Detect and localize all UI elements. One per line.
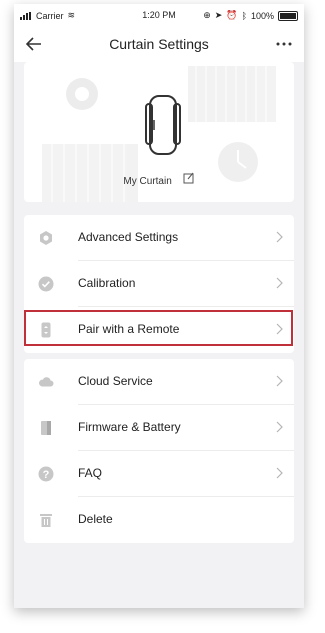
- phone-screen: Carrier ≋ 1:20 PM ⊕ ➤ ⏰ ᛒ 100% Curtain S…: [14, 4, 304, 608]
- location-icon: ➤: [214, 10, 223, 20]
- row-advanced-settings[interactable]: Advanced Settings: [24, 215, 294, 261]
- row-calibration[interactable]: Calibration: [24, 261, 294, 307]
- check-icon: [38, 276, 54, 292]
- row-label: Advanced Settings: [78, 230, 179, 244]
- chevron-right-icon: [276, 277, 283, 289]
- edit-icon[interactable]: [183, 172, 195, 184]
- highlight-box: [24, 310, 293, 346]
- row-cloud-service[interactable]: Cloud Service: [24, 359, 294, 405]
- cloud-icon: [39, 377, 54, 387]
- status-bar: Carrier ≋ 1:20 PM ⊕ ➤ ⏰ ᛒ 100%: [14, 4, 304, 26]
- more-button[interactable]: [272, 32, 296, 56]
- row-label: Delete: [78, 512, 113, 526]
- page-title: Curtain Settings: [109, 36, 209, 52]
- settings-group-2: Cloud Service Firmware & Battery ? FAQ D…: [24, 359, 294, 543]
- firmware-icon: [41, 421, 51, 435]
- battery-icon: [278, 10, 298, 21]
- row-firmware-battery[interactable]: Firmware & Battery: [24, 405, 294, 451]
- svg-text:?: ?: [43, 469, 50, 481]
- chevron-right-icon: [276, 421, 283, 433]
- curtain-robot-icon: [145, 95, 181, 155]
- lamp-decoration: [66, 78, 98, 110]
- row-delete[interactable]: Delete: [24, 497, 294, 543]
- nav-bar: Curtain Settings: [14, 26, 304, 62]
- more-dots-icon: [276, 42, 292, 46]
- device-hero: My Curtain: [24, 62, 294, 202]
- question-icon: ?: [38, 466, 54, 482]
- curtain-decoration-top: [188, 66, 276, 122]
- row-label: Cloud Service: [78, 374, 153, 388]
- gear-icon: [40, 231, 52, 245]
- alarm-icon: ⏰: [226, 10, 238, 20]
- device-name-row[interactable]: My Curtain: [24, 172, 294, 187]
- row-label: FAQ: [78, 466, 103, 480]
- bluetooth-icon: ᛒ: [241, 10, 247, 21]
- chevron-right-icon: [276, 375, 283, 387]
- row-label: Firmware & Battery: [78, 420, 181, 434]
- lock-rotation-icon: ⊕: [203, 10, 211, 20]
- trash-icon: [40, 514, 52, 527]
- row-faq[interactable]: ? FAQ: [24, 451, 294, 497]
- chevron-right-icon: [276, 231, 283, 243]
- battery-label: 100%: [250, 10, 274, 21]
- chevron-right-icon: [276, 467, 283, 479]
- device-name: My Curtain: [123, 175, 172, 187]
- status-right: ⊕ ➤ ⏰ ᛒ 100%: [203, 10, 298, 21]
- row-label: Calibration: [78, 276, 136, 290]
